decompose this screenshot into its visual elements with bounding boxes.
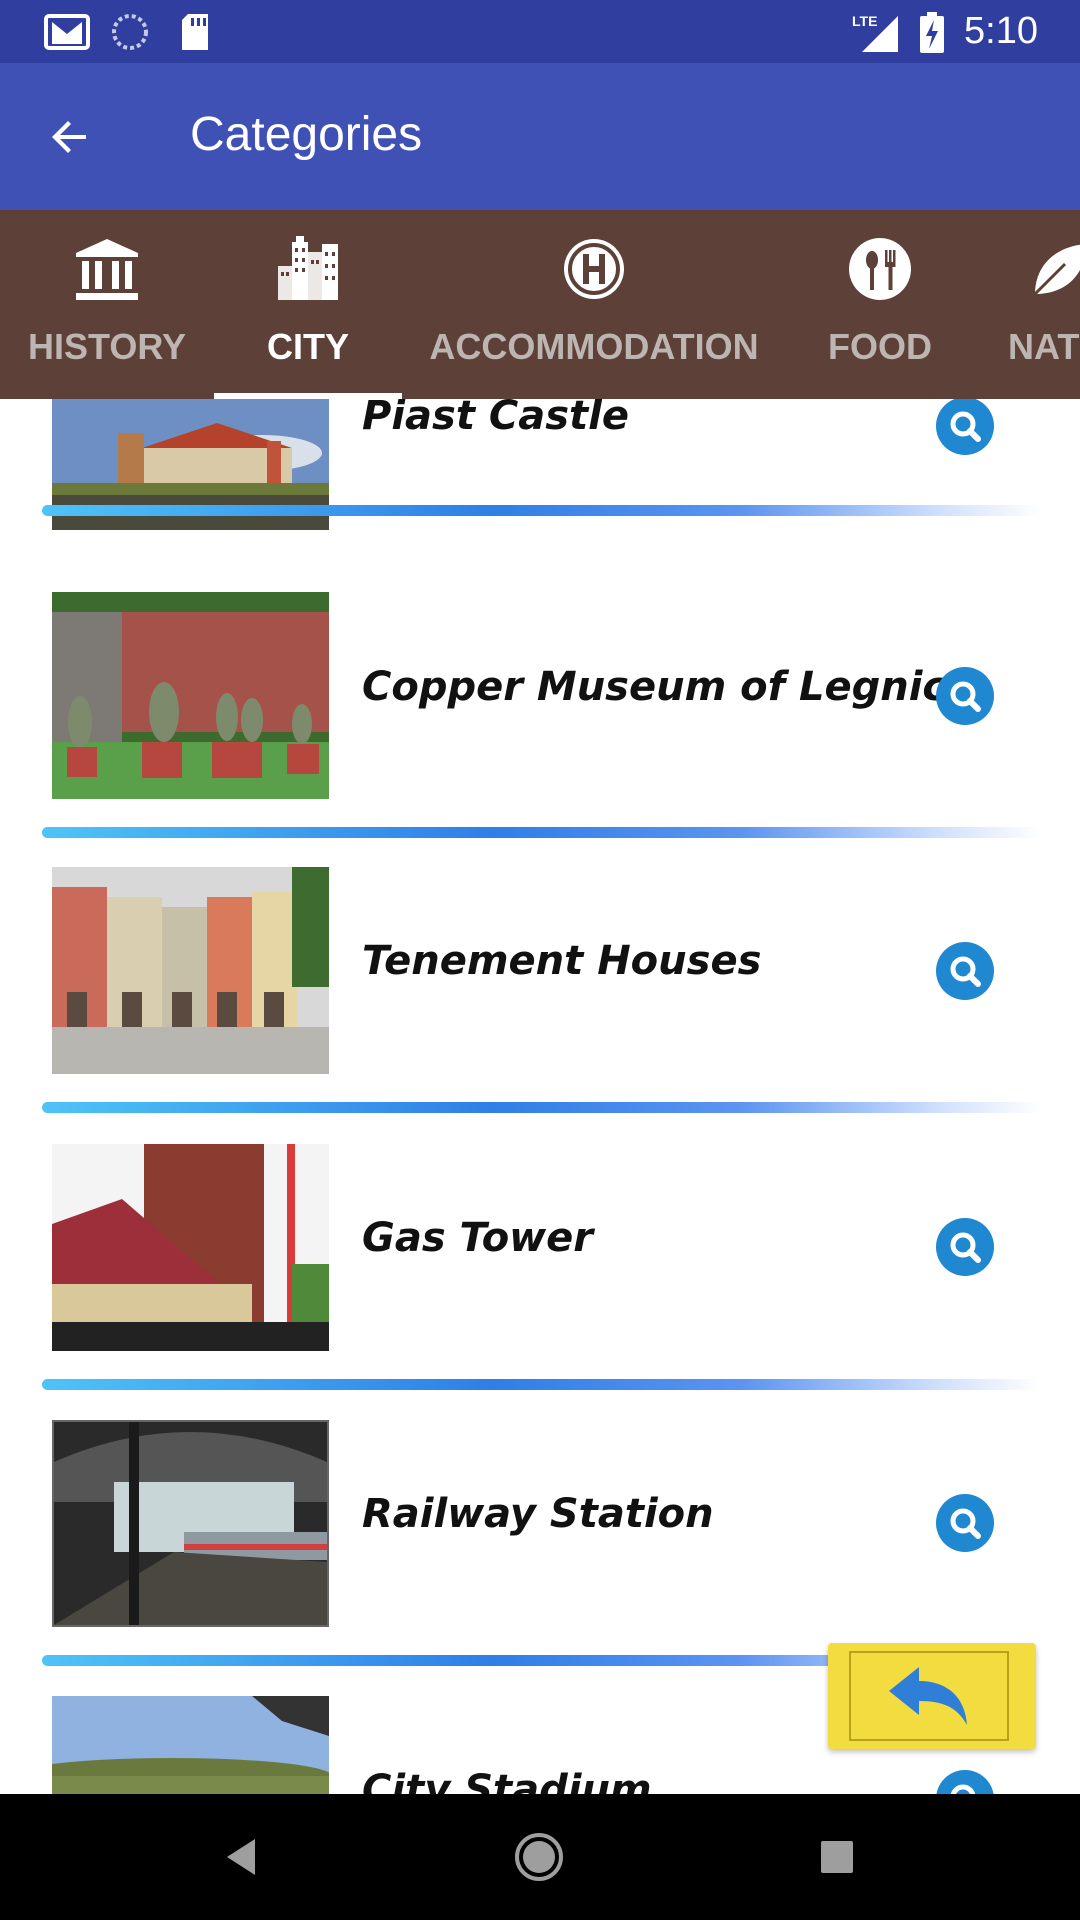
tenement-houses-photo bbox=[52, 867, 329, 1074]
item-title: Piast Castle bbox=[362, 399, 629, 439]
magnifier-icon bbox=[950, 681, 981, 712]
gmail-icon bbox=[44, 12, 92, 57]
tab-accommodation-label: ACCOMMODATION bbox=[429, 326, 759, 367]
tab-city[interactable]: CITY bbox=[214, 210, 402, 399]
svg-text:LTE: LTE bbox=[852, 13, 877, 29]
sd-card-icon bbox=[178, 12, 212, 57]
hotel-icon bbox=[559, 234, 629, 304]
signal-icon: LTE bbox=[852, 12, 902, 59]
zoom-button[interactable] bbox=[936, 399, 994, 455]
zoom-button[interactable] bbox=[936, 1494, 994, 1552]
tab-accommodation[interactable]: ACCOMMODATION bbox=[402, 210, 786, 399]
list-item[interactable]: Gas Tower bbox=[0, 1104, 1080, 1390]
museum-icon bbox=[72, 234, 142, 304]
food-icon bbox=[845, 234, 915, 304]
tab-nature-label: NAT bbox=[1008, 326, 1080, 367]
magnifier-icon bbox=[950, 1784, 976, 1794]
return-button[interactable] bbox=[828, 1643, 1036, 1749]
gas-tower-photo bbox=[52, 1144, 329, 1351]
city-icon bbox=[273, 234, 343, 304]
zoom-button[interactable] bbox=[936, 667, 994, 725]
battery-charging-icon bbox=[918, 12, 946, 59]
system-nav-bar bbox=[0, 1794, 1080, 1920]
tab-food-label: FOOD bbox=[828, 326, 932, 367]
nav-back-icon[interactable] bbox=[208, 1824, 274, 1890]
list-item[interactable]: Piast Castle bbox=[0, 399, 1080, 552]
item-title: Tenement Houses bbox=[362, 938, 762, 984]
page-title: Categories bbox=[190, 108, 423, 161]
magnifier-icon bbox=[950, 956, 981, 987]
zoom-button[interactable] bbox=[936, 1218, 994, 1276]
list-item[interactable]: Tenement Houses bbox=[0, 828, 1080, 1113]
magnifier-icon bbox=[950, 1508, 981, 1539]
list-item[interactable]: Railway Station bbox=[0, 1380, 1080, 1666]
nav-home-icon[interactable] bbox=[506, 1824, 572, 1890]
list-item[interactable]: Copper Museum of Legnica bbox=[0, 552, 1080, 838]
tab-city-label: CITY bbox=[266, 326, 349, 367]
zoom-button[interactable] bbox=[936, 1770, 994, 1794]
sync-icon bbox=[110, 12, 150, 57]
arrow-back-icon bbox=[52, 121, 86, 153]
category-tabs: HISTORY CITY ACCOMMODATION FOOD NAT bbox=[0, 210, 1080, 399]
item-title: City Stadium bbox=[362, 1767, 652, 1794]
divider bbox=[42, 505, 1042, 516]
stadium-photo bbox=[52, 1696, 329, 1794]
tab-food[interactable]: FOOD bbox=[786, 210, 974, 399]
back-button[interactable] bbox=[34, 101, 106, 173]
nav-recents-icon[interactable] bbox=[804, 1824, 870, 1890]
tab-history-label: HISTORY bbox=[27, 326, 187, 367]
places-list[interactable]: Piast Castle Copper Museum of Legnica Te… bbox=[0, 399, 1080, 1794]
item-title: Copper Museum of Legnica bbox=[362, 664, 974, 710]
leaf-icon bbox=[1023, 234, 1080, 304]
app-bar: Categories bbox=[0, 63, 1080, 210]
return-button-frame bbox=[849, 1651, 1009, 1741]
status-time: 5:10 bbox=[964, 10, 1038, 52]
tab-nature[interactable]: NAT bbox=[974, 210, 1080, 399]
reply-arrow-icon bbox=[889, 1667, 967, 1725]
item-title: Railway Station bbox=[362, 1491, 714, 1537]
railway-station-photo bbox=[52, 1420, 329, 1627]
zoom-button[interactable] bbox=[936, 942, 994, 1000]
magnifier-icon bbox=[950, 1232, 981, 1263]
item-title: Gas Tower bbox=[362, 1215, 593, 1261]
magnifier-icon bbox=[950, 411, 981, 442]
tab-history[interactable]: HISTORY bbox=[0, 210, 214, 399]
status-bar: LTE 5:10 bbox=[0, 0, 1080, 63]
museum-sculptures-photo bbox=[52, 592, 329, 799]
